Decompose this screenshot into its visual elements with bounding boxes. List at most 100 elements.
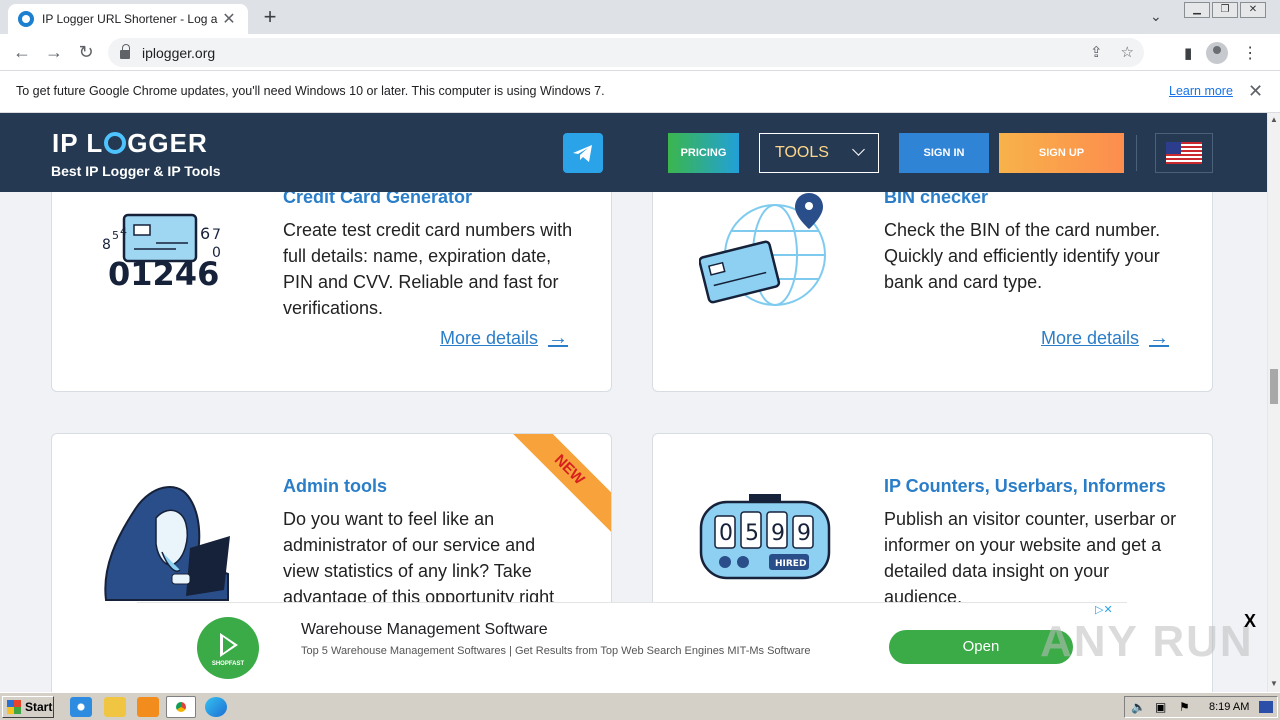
show-desktop-icon[interactable] [1259,701,1273,713]
ad-banner[interactable]: SHOPFAST Warehouse Management Software T… [137,602,1127,692]
card-title[interactable]: IP Counters, Userbars, Informers [884,476,1166,497]
scroll-down-icon[interactable]: ▼ [1270,679,1278,688]
restore-button[interactable]: ❐ [1212,2,1238,18]
card-description: Publish an visitor counter, userbar or i… [884,509,1177,607]
browser-tab-bar: IP Logger URL Shortener - Log and Track … [0,0,1280,34]
svg-text:0: 0 [719,521,733,546]
more-details-link[interactable]: More details → [440,327,568,350]
sign-in-button[interactable]: SIGN IN [899,133,989,173]
card-title[interactable]: BIN checker [884,192,988,208]
svg-text:9: 9 [797,521,811,546]
language-selector[interactable] [1155,133,1213,173]
ad-choices-icon[interactable]: ▷✕ [1095,603,1113,616]
svg-text:4: 4 [120,225,127,238]
globe-card-icon [699,193,826,306]
svg-text:6: 6 [200,224,210,243]
file-explorer-icon[interactable] [104,697,126,717]
svg-text:5: 5 [112,229,119,242]
svg-text:9: 9 [771,521,785,546]
telegram-button[interactable] [563,133,603,173]
update-infobar: To get future Google Chrome updates, you… [0,71,1280,113]
share-icon[interactable]: ⇪ [1090,43,1103,61]
menu-kebab-icon[interactable]: ⋮ [1242,43,1258,63]
more-details-label: More details [440,328,539,348]
address-bar[interactable]: iplogger.org ⇪ ☆ [108,38,1144,67]
media-player-icon[interactable] [137,697,159,717]
chrome-taskbar-button[interactable] [166,696,196,718]
minimize-button[interactable]: ▁ [1184,2,1210,18]
close-window-button[interactable]: ✕ [1240,2,1266,18]
chevron-down-icon [852,143,865,156]
watermark: ANY RUN [1040,617,1254,666]
windows-taskbar: Start 🔈 ▣ ⚑ 8:19 AM [0,692,1280,720]
start-label: Start [25,700,53,714]
edge-icon[interactable] [205,697,227,717]
ad-logo[interactable]: SHOPFAST [197,617,259,679]
lock-icon[interactable] [120,44,130,59]
infobar-message: To get future Google Chrome updates, you… [16,84,605,98]
volume-icon[interactable]: 🔈 [1131,700,1146,714]
scroll-up-icon[interactable]: ▲ [1270,115,1278,124]
tab-search-icon[interactable]: ⌄ [1150,8,1162,25]
logo-lens-icon [104,132,127,154]
header-divider [1136,135,1137,171]
card-bin-checker: BIN checker Check the BIN of the card nu… [652,192,1213,392]
site-header: IP L GGER Best IP Logger & IP Tools PRICI… [0,113,1267,192]
card-description: Check the BIN of the card number. Quickl… [884,220,1161,292]
window-controls: ▁ ❐ ✕ [1182,2,1266,18]
site-logo[interactable]: IP L GGER [52,128,208,159]
us-flag-icon [1166,142,1202,164]
logo-text-right: GGER [127,128,208,158]
internet-explorer-icon[interactable] [70,697,92,717]
site-tagline: Best IP Logger & IP Tools [51,163,221,179]
network-icon[interactable]: ▣ [1155,700,1166,714]
ad-description: Top 5 Warehouse Management Softwares | G… [301,645,811,657]
start-button[interactable]: Start [2,696,54,718]
back-icon[interactable]: ← [12,42,32,63]
ad-close-button[interactable]: X [1244,611,1256,632]
card-credit-card-generator: 8 5 4 6 7 0 01246 Credit Card Generator … [51,192,612,392]
page-scrollbar[interactable]: ▲ ▼ [1267,113,1280,692]
svg-text:8: 8 [102,237,111,253]
telegram-icon [573,145,592,162]
close-icon[interactable]: ✕ [1248,81,1263,102]
url-text: iplogger.org [142,44,216,61]
sign-up-button[interactable]: SIGN UP [999,133,1124,173]
tab-title: IP Logger URL Shortener - Log and Track … [42,12,218,26]
side-panel-icon[interactable]: ▮ [1184,44,1192,62]
ad-logo-text: SHOPFAST [211,661,245,667]
card-description: Do you want to feel like an administrato… [283,509,555,607]
profile-avatar-icon[interactable] [1206,42,1229,64]
new-tab-button[interactable]: + [258,4,282,30]
more-details-link[interactable]: More details → [1041,327,1169,350]
pricing-button[interactable]: PRICING [668,133,739,173]
arrow-right-icon: → [1149,327,1170,349]
learn-more-link[interactable]: Learn more [1169,84,1233,98]
clock[interactable]: 8:19 AM [1209,701,1249,713]
ad-title[interactable]: Warehouse Management Software [301,621,548,639]
chrome-icon [173,699,189,715]
windows-logo-icon [7,700,21,714]
tools-label: TOOLS [775,144,829,161]
arrow-right-icon: → [548,327,569,349]
reload-icon[interactable]: ↻ [76,42,96,63]
visitor-counter-icon: 0 5 9 9 HIRED [699,494,831,580]
play-icon [220,633,238,657]
logo-text-left: IP L [52,128,104,158]
system-tray: 🔈 ▣ ⚑ [1124,696,1278,718]
site-favicon-icon [18,11,34,27]
flag-icon[interactable]: ⚑ [1179,700,1190,714]
forward-icon[interactable]: → [44,42,64,63]
scroll-thumb[interactable] [1270,369,1278,404]
close-icon[interactable]: ✕ [220,9,238,29]
card-title[interactable]: Admin tools [283,476,387,497]
card-title[interactable]: Credit Card Generator [283,192,472,208]
browser-toolbar: ← → ↻ iplogger.org ⇪ ☆ ▮ ⋮ [0,34,1280,71]
more-details-label: More details [1041,328,1140,348]
svg-text:01246: 01246 [108,255,219,293]
credit-card-numbers-icon: 8 5 4 6 7 0 01246 [102,213,221,293]
tools-dropdown[interactable]: TOOLS [759,133,879,173]
bookmark-star-icon[interactable]: ☆ [1121,43,1134,61]
svg-text:7: 7 [212,227,221,243]
browser-tab[interactable]: IP Logger URL Shortener - Log and Track … [8,4,248,34]
